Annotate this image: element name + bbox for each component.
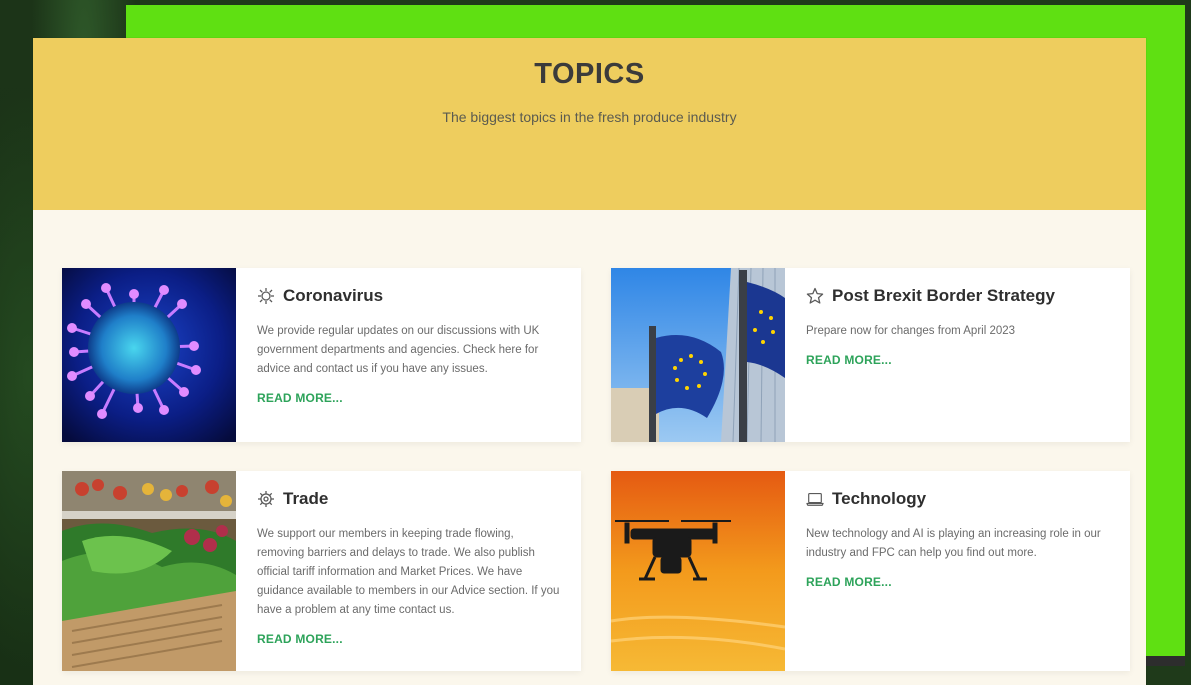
read-more-link[interactable]: READ MORE... (257, 632, 343, 646)
topics-header: TOPICS The biggest topics in the fresh p… (33, 38, 1146, 210)
card-title-text: Trade (283, 489, 329, 508)
star-icon (806, 287, 824, 305)
topics-panel: TOPICS The biggest topics in the fresh p… (33, 38, 1146, 685)
card-title-text: Post Brexit Border Strategy (832, 286, 1055, 305)
card-description: New technology and AI is playing an incr… (806, 528, 1101, 559)
eu-flags-image (611, 268, 785, 442)
card-description: We support our members in keeping trade … (257, 528, 560, 616)
backdrop-edge (1145, 656, 1185, 666)
card-title: Coronavirus (257, 286, 563, 306)
card-body: Technology New technology and AI is play… (806, 489, 1112, 591)
card-title-text: Coronavirus (283, 286, 384, 305)
laptop-icon (806, 490, 824, 508)
drone-image (611, 471, 785, 671)
read-more-link[interactable]: READ MORE... (257, 391, 343, 405)
topic-card-coronavirus[interactable]: Coronavirus We provide regular updates o… (62, 268, 581, 442)
card-title-text: Technology (832, 489, 927, 508)
card-title: Post Brexit Border Strategy (806, 286, 1112, 306)
produce-market-image (62, 471, 236, 671)
card-body: Coronavirus We provide regular updates o… (257, 286, 563, 407)
card-description: Prepare now for changes from April 2023 (806, 325, 1016, 337)
card-body: Post Brexit Border Strategy Prepare now … (806, 286, 1112, 369)
card-body: Trade We support our members in keeping … (257, 489, 563, 648)
card-title: Trade (257, 489, 563, 509)
card-description: We provide regular updates on our discus… (257, 325, 540, 375)
read-more-link[interactable]: READ MORE... (806, 353, 892, 367)
topic-card-trade[interactable]: Trade We support our members in keeping … (62, 471, 581, 671)
read-more-link[interactable]: READ MORE... (806, 575, 892, 589)
topic-card-technology[interactable]: Technology New technology and AI is play… (611, 471, 1130, 671)
topic-card-post-brexit[interactable]: Post Brexit Border Strategy Prepare now … (611, 268, 1130, 442)
gear-icon (257, 490, 275, 508)
page-title: TOPICS (534, 58, 645, 90)
coronavirus-image (62, 268, 236, 442)
card-title: Technology (806, 489, 1112, 509)
virus-icon (257, 287, 275, 305)
page-subtitle: The biggest topics in the fresh produce … (442, 109, 737, 125)
